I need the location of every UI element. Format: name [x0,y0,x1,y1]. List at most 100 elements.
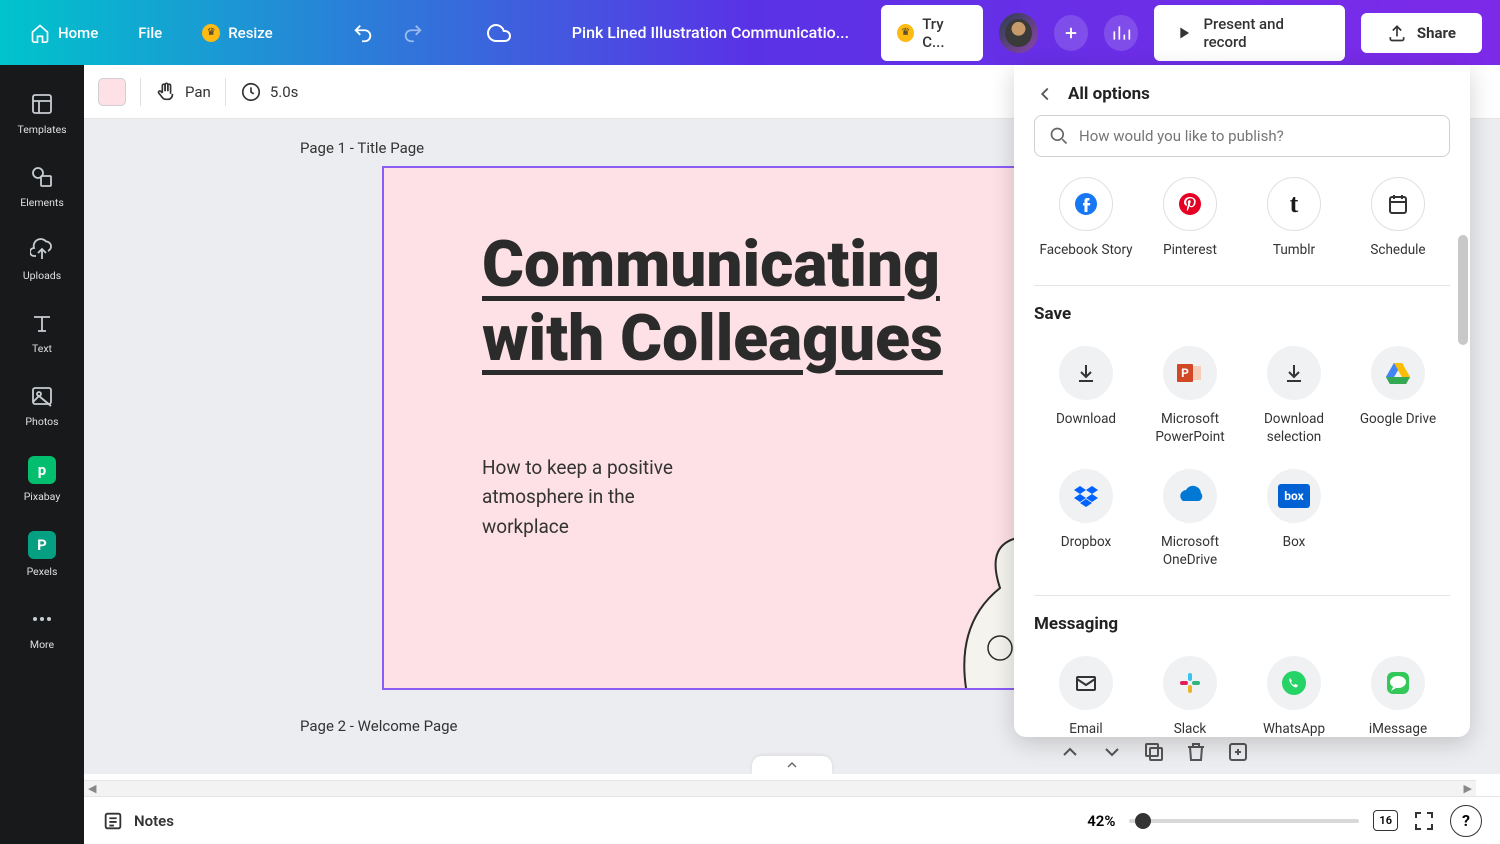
divider [1034,595,1450,596]
left-sidebar: Templates Elements Uploads Text Photos p… [0,65,84,844]
expand-pages-tab[interactable] [752,756,832,774]
onedrive-icon [1163,469,1217,523]
user-avatar[interactable] [999,13,1037,53]
move-up-button[interactable] [1058,740,1082,764]
page-controls [1058,740,1250,764]
slide-subtitle[interactable]: How to keep a positive atmosphere in the… [482,453,682,541]
option-download-selection[interactable]: Download selection [1242,340,1346,452]
add-page-button[interactable] [1226,740,1250,764]
elements-icon [30,165,54,189]
pinterest-icon [1163,177,1217,231]
sidebar-item-pixabay[interactable]: p Pixabay [0,442,84,517]
grid-view-button[interactable]: 16 [1373,810,1398,831]
notes-button[interactable]: Notes [102,810,174,832]
svg-text:P: P [1181,366,1189,380]
search-input[interactable] [1079,127,1435,145]
sidebar-item-more[interactable]: More [0,592,84,665]
fullscreen-button[interactable] [1412,809,1436,833]
option-label: Dropbox [1061,533,1111,551]
option-imessage[interactable]: iMessage [1346,650,1450,737]
option-schedule[interactable]: Schedule [1346,171,1450,265]
back-button[interactable] [1034,83,1056,105]
sidebar-item-photos[interactable]: Photos [0,369,84,442]
search-icon [1049,126,1069,146]
background-color-swatch[interactable] [98,78,126,106]
option-label: Tumblr [1273,241,1315,259]
redo-icon [402,22,424,44]
zoom-slider-thumb[interactable] [1135,813,1151,829]
facebook-icon [1059,177,1113,231]
move-down-button[interactable] [1100,740,1124,764]
share-button[interactable]: Share [1361,13,1482,53]
pixabay-icon: p [28,456,56,484]
sidebar-item-pexels[interactable]: P Pexels [0,517,84,592]
chart-icon [1111,23,1131,43]
question-icon: ? [1462,811,1470,830]
panel-scroll-area[interactable]: Facebook Story Pinterest t Tumblr Schedu… [1014,171,1470,737]
option-label: Slack [1174,720,1207,737]
duplicate-page-button[interactable] [1142,740,1166,764]
clock-icon [240,81,262,103]
option-pinterest[interactable]: Pinterest [1138,171,1242,265]
photos-icon [30,384,54,408]
redo-button[interactable] [396,15,430,51]
top-header: Home File ♛ Resize Pink Lined Illustrati… [0,0,1500,65]
slide-title[interactable]: Communicating with Colleagues [482,228,943,375]
option-facebook-story[interactable]: Facebook Story [1034,171,1138,265]
option-powerpoint[interactable]: P Microsoft PowerPoint [1138,340,1242,452]
panel-title: All options [1068,84,1150,104]
help-button[interactable]: ? [1450,805,1482,837]
try-canva-label: Try C... [922,15,967,51]
home-button[interactable]: Home [18,15,110,51]
present-button[interactable]: Present and record [1154,5,1344,61]
sidebar-label: Uploads [23,269,61,282]
option-label: Microsoft PowerPoint [1138,410,1242,446]
cloud-sync-button[interactable] [481,15,515,51]
duration-button[interactable]: 5.0s [240,81,299,103]
whatsapp-icon [1267,656,1321,710]
option-google-drive[interactable]: Google Drive [1346,340,1450,452]
delete-page-button[interactable] [1184,740,1208,764]
option-dropbox[interactable]: Dropbox [1034,463,1138,575]
resize-label: Resize [228,24,272,42]
option-box[interactable]: box Box [1242,463,1346,575]
sidebar-item-text[interactable]: Text [0,296,84,369]
undo-icon [352,22,374,44]
play-icon [1174,23,1193,43]
sidebar-label: Pexels [27,565,58,578]
download-icon [1059,346,1113,400]
download-selection-icon [1267,346,1321,400]
dropbox-icon [1059,469,1113,523]
plus-icon [1062,24,1080,42]
panel-scrollbar[interactable] [1458,235,1468,345]
sidebar-item-uploads[interactable]: Uploads [0,223,84,296]
option-tumblr[interactable]: t Tumblr [1242,171,1346,265]
option-onedrive[interactable]: Microsoft OneDrive [1138,463,1242,575]
search-box[interactable] [1034,115,1450,157]
document-title[interactable]: Pink Lined Illustration Communicatio... [572,23,849,42]
option-download[interactable]: Download [1034,340,1138,452]
undo-button[interactable] [345,15,379,51]
file-button[interactable]: File [126,16,174,50]
resize-button[interactable]: ♛ Resize [190,16,284,50]
sidebar-item-templates[interactable]: Templates [0,77,84,150]
try-canva-button[interactable]: ♛ Try C... [881,5,983,61]
text-icon [30,311,54,335]
option-email[interactable]: Email [1034,650,1138,737]
pan-button[interactable]: Pan [155,81,211,103]
sidebar-item-elements[interactable]: Elements [0,150,84,223]
share-panel: All options Facebook Story Pinterest [1014,65,1470,737]
zoom-percentage[interactable]: 42% [1087,812,1115,830]
option-whatsapp[interactable]: WhatsApp [1242,650,1346,737]
option-label: Email [1069,720,1102,737]
insights-button[interactable] [1104,15,1138,51]
sidebar-label: Photos [25,415,58,428]
option-label: Download [1056,410,1116,428]
more-icon [30,607,54,631]
sidebar-label: Pixabay [24,490,61,503]
option-slack[interactable]: Slack [1138,650,1242,737]
home-icon [30,23,50,43]
horizontal-scrollbar[interactable]: ◀ ▶ [84,780,1476,796]
add-member-button[interactable] [1054,15,1088,51]
zoom-slider[interactable] [1129,819,1359,823]
